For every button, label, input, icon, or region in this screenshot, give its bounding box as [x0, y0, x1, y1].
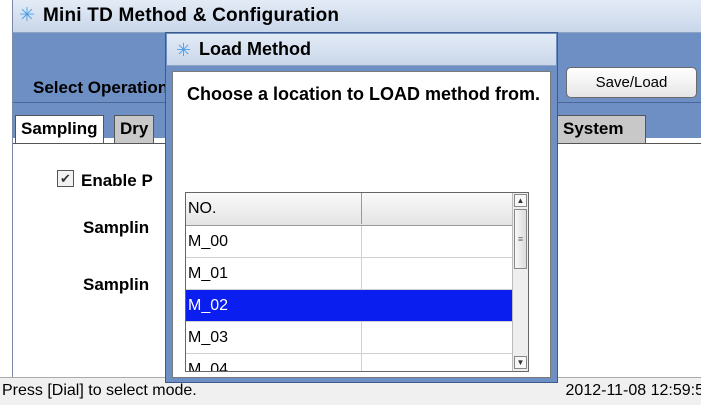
- list-item-label: M_00: [186, 226, 362, 257]
- scroll-thumb[interactable]: ≡: [514, 209, 527, 269]
- list-item-label: M_04: [186, 354, 362, 371]
- tab-sampling[interactable]: Sampling: [15, 115, 104, 143]
- window-title: Mini TD Method & Configuration: [43, 5, 340, 26]
- status-datetime: 2012-11-08 12:59:5: [565, 382, 701, 399]
- list-item-label: M_01: [186, 258, 362, 289]
- chevron-down-icon[interactable]: ▼: [514, 356, 527, 369]
- sampling-label-2: Samplin: [83, 275, 150, 294]
- column-header-no: NO.: [186, 193, 362, 224]
- enable-checkbox[interactable]: ✔: [57, 170, 74, 187]
- status-message: Press [Dial] to select mode.: [2, 382, 197, 399]
- dialog-prompt: Choose a location to LOAD method from.: [187, 84, 541, 104]
- list-item[interactable]: M_03: [186, 322, 512, 354]
- tab-system[interactable]: System: [557, 115, 646, 143]
- select-operation-label: Select Operation: [33, 78, 169, 97]
- list-item[interactable]: M_01: [186, 258, 512, 290]
- list-item-selected[interactable]: M_02: [186, 290, 512, 322]
- tab-dry[interactable]: Dry: [114, 115, 155, 143]
- column-header-blank: [362, 193, 512, 224]
- snowflake-icon: ✳: [19, 5, 35, 26]
- load-method-dialog: ✳ Load Method Choose a location to LOAD …: [165, 32, 558, 383]
- dialog-title: Load Method: [199, 39, 311, 59]
- snowflake-icon: ✳: [176, 40, 192, 60]
- list-scrollbar[interactable]: ▲ ≡ ▼: [512, 193, 528, 371]
- dialog-body: Choose a location to LOAD method from. N…: [172, 71, 551, 378]
- chevron-up-icon[interactable]: ▲: [514, 194, 527, 207]
- list-item-label: M_02: [186, 290, 362, 321]
- list-item[interactable]: M_00: [186, 226, 512, 258]
- list-item[interactable]: M_04: [186, 354, 512, 371]
- sampling-label-1: Samplin: [83, 218, 150, 237]
- save-load-button[interactable]: Save/Load: [566, 67, 697, 98]
- list-item-label: M_03: [186, 322, 362, 353]
- dialog-titlebar: ✳ Load Method: [167, 34, 556, 66]
- enable-label: Enable P: [81, 171, 153, 190]
- list-header: NO.: [186, 193, 512, 226]
- method-list[interactable]: NO. M_00 M_01 M_02 M_03 M_04 ▲ ≡ ▼: [185, 192, 529, 372]
- window-titlebar: ✳ Mini TD Method & Configuration: [13, 0, 701, 33]
